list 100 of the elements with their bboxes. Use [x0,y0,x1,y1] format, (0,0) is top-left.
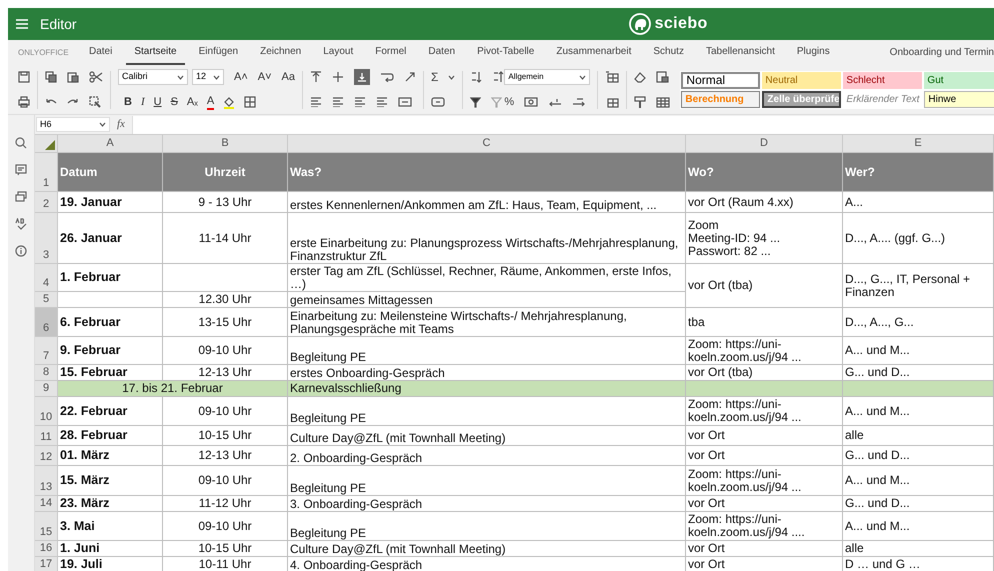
ribbon-tab[interactable]: Formel [367,40,414,65]
text-angle-icon[interactable] [404,71,416,83]
info-icon[interactable] [15,245,27,257]
paste-icon[interactable] [67,71,79,83]
scissors-icon[interactable] [89,71,103,83]
wrap-text-icon[interactable] [380,72,394,82]
caret-icon[interactable] [579,74,586,80]
print-icon[interactable] [18,96,30,108]
fill-color-icon[interactable] [223,96,236,108]
cell-style-swatch[interactable]: Gut [924,72,994,88]
ribbon-tab[interactable]: Datei [81,40,120,65]
percent-button[interactable]: % [504,94,514,110]
sort-ascending-icon[interactable] [470,71,482,83]
ribbon-tab[interactable]: Einfügen [190,40,246,65]
currency-icon[interactable] [524,97,538,107]
justify-icon[interactable] [376,97,388,107]
font-size-button[interactable]: Aa [282,68,295,86]
align-middle-icon[interactable] [332,71,344,83]
function-button[interactable]: fx [114,116,128,133]
row-header[interactable]: 17 [35,557,58,571]
font-size-button[interactable]: A˅ [258,68,272,86]
ribbon-tab[interactable]: Plugins [788,40,838,65]
caret-icon[interactable] [177,74,184,80]
table-cell: 17. bis 21. Februar [58,381,288,397]
row-header[interactable]: 15 [35,512,58,541]
increase-decimal-icon[interactable] [572,97,586,107]
format-painter-icon[interactable] [634,96,646,108]
column-header[interactable]: D [686,135,843,153]
row-header[interactable]: 13 [35,466,58,496]
caret-icon[interactable] [448,74,456,80]
align-top-icon[interactable] [310,71,322,83]
row-header[interactable]: 5 [35,292,58,308]
search-icon[interactable] [15,137,27,149]
subscript-button[interactable]: Aₓ [186,96,198,108]
row-header[interactable]: 10 [35,397,58,426]
ribbon-tab[interactable]: Zeichnen [252,40,310,65]
save-icon[interactable] [18,71,30,83]
row-header[interactable]: 8 [35,365,58,381]
name-box[interactable]: H6 [36,117,110,132]
row-header[interactable]: 11 [35,426,58,446]
menu-icon[interactable] [16,19,28,29]
select-icon[interactable] [89,96,101,108]
font-name-field[interactable]: Calibri [118,69,188,85]
align-left-icon[interactable] [310,97,322,107]
row-header[interactable]: 14 [35,496,58,512]
column-header[interactable]: E [843,135,994,153]
font-color-button[interactable]: A [206,94,214,110]
underline-button[interactable]: U [154,96,162,108]
caret-icon[interactable] [99,122,106,127]
number-format-field[interactable]: Allgemein [504,69,590,85]
ribbon-tab[interactable]: Schutz [645,40,692,65]
strike-button[interactable]: S [170,96,178,108]
copy-icon[interactable] [45,71,57,83]
ribbon-tab[interactable]: Tabellenansicht [698,40,783,65]
row-header[interactable]: 9 [35,381,58,397]
row-header[interactable]: 6 [35,308,58,337]
merge-cells-icon[interactable] [398,97,412,107]
align-right-icon[interactable] [354,97,366,107]
font-size-button[interactable]: A˄ [234,68,248,86]
ribbon-tab[interactable]: Daten [420,40,464,65]
align-bottom-button[interactable] [354,69,370,85]
row-header[interactable]: 12 [35,446,58,466]
formula-input[interactable] [132,116,994,134]
ribbon-tab[interactable]: Layout [315,40,362,65]
spellcheck-icon[interactable] [15,218,27,230]
row-header[interactable]: 3 [35,213,58,264]
column-header[interactable]: B [163,135,288,153]
select-all-corner[interactable] [35,135,58,153]
chat-icon[interactable] [15,191,27,203]
row-header[interactable]: 1 [35,153,58,192]
row-header[interactable]: 2 [35,192,58,213]
table-icon[interactable] [656,96,670,108]
conditional-format-icon[interactable] [656,71,670,83]
eraser-icon[interactable] [634,71,646,83]
row-header[interactable]: 4 [35,264,58,292]
bold-button[interactable]: B [124,96,132,108]
comment-icon[interactable] [15,164,27,176]
table-cell: Zoom: https://uni-koeln.zoom.us/j/94 ... [686,466,843,496]
filter-icon[interactable] [470,96,482,108]
sum-button[interactable]: Σ [431,68,438,86]
insert-cells-icon[interactable] [605,71,620,83]
ribbon-tab[interactable]: Zusammenarbeit [548,40,640,65]
delete-cells-icon[interactable] [605,96,620,108]
decrease-decimal-icon[interactable] [548,97,562,107]
named-range-icon[interactable] [431,97,445,107]
cell-style-swatch[interactable]: Schlecht [843,72,922,88]
borders-icon[interactable] [244,96,256,108]
cell-style-swatch[interactable]: Normal [681,72,760,88]
align-center-icon[interactable] [332,97,344,107]
column-header[interactable]: A [58,135,163,153]
cell-style-swatch[interactable]: Hinwe [924,90,994,108]
italic-button[interactable]: I [140,96,145,108]
sort-descending-icon[interactable] [492,71,504,83]
caret-icon[interactable] [213,74,220,80]
font-size-field[interactable]: 12 [192,69,224,85]
ribbon-tab[interactable]: Pivot-Tabelle [469,40,542,65]
column-header[interactable]: C [288,135,686,153]
row-header[interactable]: 16 [35,541,58,557]
row-header[interactable]: 7 [35,337,58,365]
cell-style-swatch[interactable]: Neutral [762,72,842,88]
